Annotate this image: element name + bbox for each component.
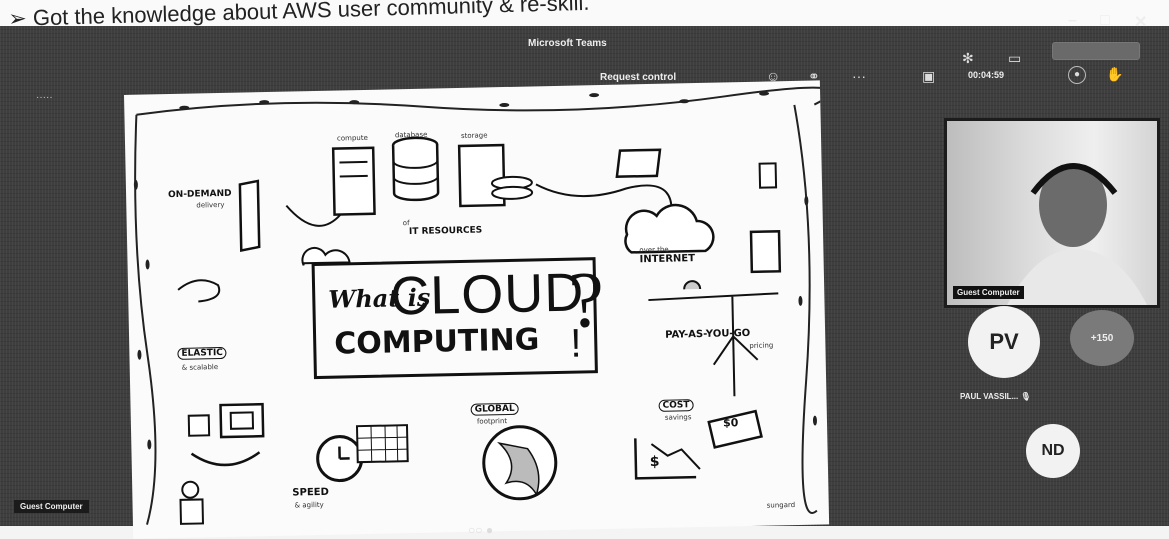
- teams-window: Microsoft Teams – □ ✕ Request control ☺ …: [0, 12, 1169, 539]
- on-demand-sub: delivery: [196, 200, 225, 210]
- maximize-button[interactable]: □: [1100, 12, 1110, 30]
- guest-label: Guest Computer: [14, 500, 89, 513]
- window-title: Microsoft Teams: [528, 38, 607, 49]
- cost-label: COST: [658, 399, 694, 412]
- database-label: database: [394, 130, 428, 140]
- avatar-nd-initials: ND: [1041, 442, 1065, 459]
- more-participants-count: +150: [1090, 332, 1114, 344]
- on-demand-label: ON-DEMAND: [168, 188, 232, 201]
- camera-icon[interactable]: ▣: [922, 68, 935, 85]
- cost-graph-sign: $: [649, 453, 660, 471]
- speed-label: SPEED: [292, 486, 329, 499]
- person-silhouette: [1007, 163, 1147, 305]
- exclamation-mark: !: [569, 321, 582, 366]
- it-resources-label: IT RESOURCES: [408, 225, 483, 238]
- global-sub: footprint: [476, 417, 508, 426]
- global-label: GLOBAL: [470, 402, 519, 416]
- cloud-title: CLOUD: [389, 262, 585, 327]
- it-prefix: of: [402, 219, 410, 228]
- avatar-nd[interactable]: ND: [1026, 424, 1080, 478]
- computing-title: COMPUTING: [333, 322, 540, 362]
- minimize-button[interactable]: –: [1068, 12, 1077, 30]
- participant-name: PAUL VASSIL... 🎙: [960, 392, 1031, 401]
- pay-sub: pricing: [749, 341, 774, 350]
- storage-label: storage: [460, 131, 488, 140]
- record-icon[interactable]: ●: [1068, 66, 1086, 84]
- raise-hand-icon[interactable]: ✋: [1106, 66, 1123, 83]
- credit-text: sungard: [766, 501, 796, 510]
- slide-page-dots[interactable]: ○○ ●: [468, 523, 493, 537]
- mic-icon[interactable]: ✻: [962, 50, 974, 67]
- avatar-pv[interactable]: PV: [968, 306, 1040, 378]
- request-control-button[interactable]: Request control: [600, 72, 676, 83]
- share-icon[interactable]: ▭: [1008, 50, 1021, 67]
- video-label: Guest Computer: [953, 286, 1024, 299]
- speed-sub: & agility: [294, 500, 324, 510]
- call-timer: 00:04:59: [968, 70, 1005, 80]
- elastic-sub: & scalable: [181, 363, 219, 372]
- internet-label: INTERNET: [639, 253, 696, 266]
- cost-money: $0: [722, 416, 739, 430]
- shared-slide: ON-DEMAND delivery compute database stor…: [124, 80, 830, 539]
- more-icon[interactable]: ···: [852, 68, 866, 84]
- pay-as-you-go-label: PAY-AS-YOU-GO: [665, 327, 751, 341]
- leave-button[interactable]: [1052, 42, 1140, 60]
- menu-dots[interactable]: ·····: [36, 92, 53, 103]
- participant-video[interactable]: Guest Computer: [944, 118, 1160, 308]
- more-participants[interactable]: +150: [1070, 310, 1134, 366]
- cost-sub: savings: [664, 413, 692, 422]
- elastic-label: ELASTIC: [177, 346, 227, 360]
- avatar-pv-initials: PV: [989, 329, 1019, 354]
- compute-label: compute: [336, 133, 368, 143]
- close-button[interactable]: ✕: [1134, 12, 1147, 32]
